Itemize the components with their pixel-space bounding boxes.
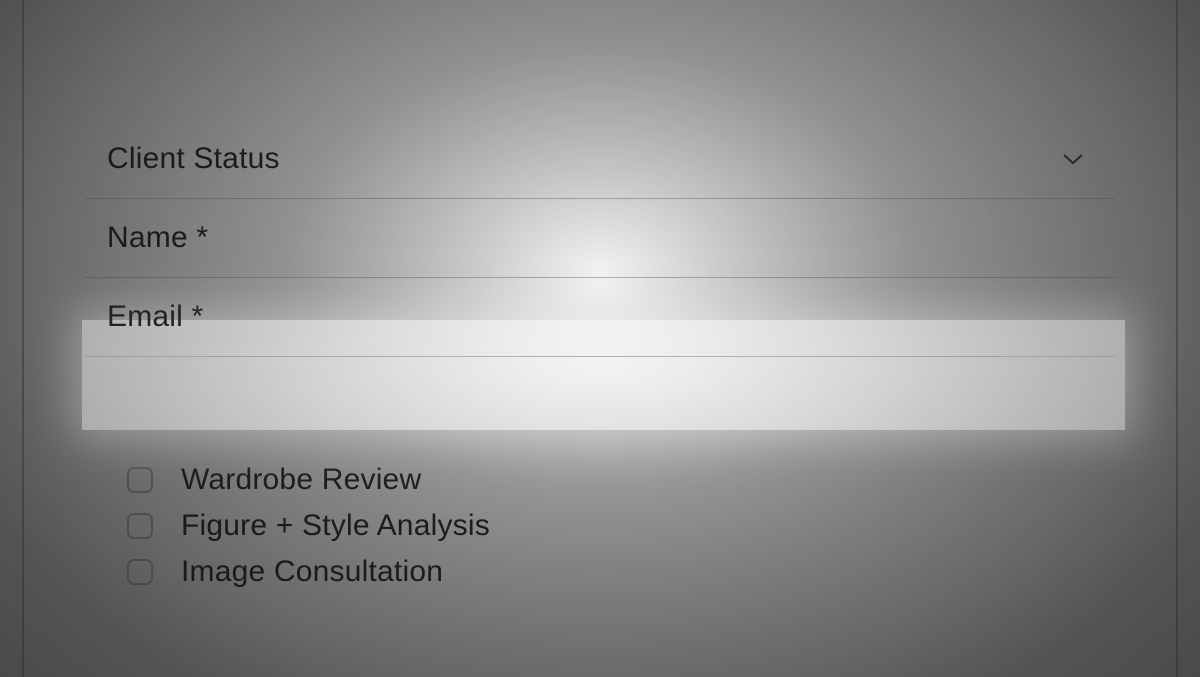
name-field[interactable]: Name * [85,199,1115,278]
checkbox-icon[interactable] [127,559,153,585]
service-option-wardrobe-review[interactable]: Wardrobe Review [127,463,1093,497]
checkbox-label: Wardrobe Review [181,463,421,497]
checkbox-icon[interactable] [127,513,153,539]
service-option-figure-style-analysis[interactable]: Figure + Style Analysis [127,509,1093,543]
checkbox-icon[interactable] [127,467,153,493]
frame-border-right [1176,0,1178,677]
client-status-select[interactable]: Client Status [85,120,1115,199]
checkbox-label: Image Consultation [181,555,443,589]
frame-border-left [22,0,24,677]
checkbox-label: Figure + Style Analysis [181,509,490,543]
service-option-image-consultation[interactable]: Image Consultation [127,555,1093,589]
services-checkbox-list: Wardrobe Review Figure + Style Analysis … [107,463,1093,589]
form-container: Client Status Name * Email * Services of… [85,0,1115,677]
email-field[interactable]: Email * [85,278,1115,357]
